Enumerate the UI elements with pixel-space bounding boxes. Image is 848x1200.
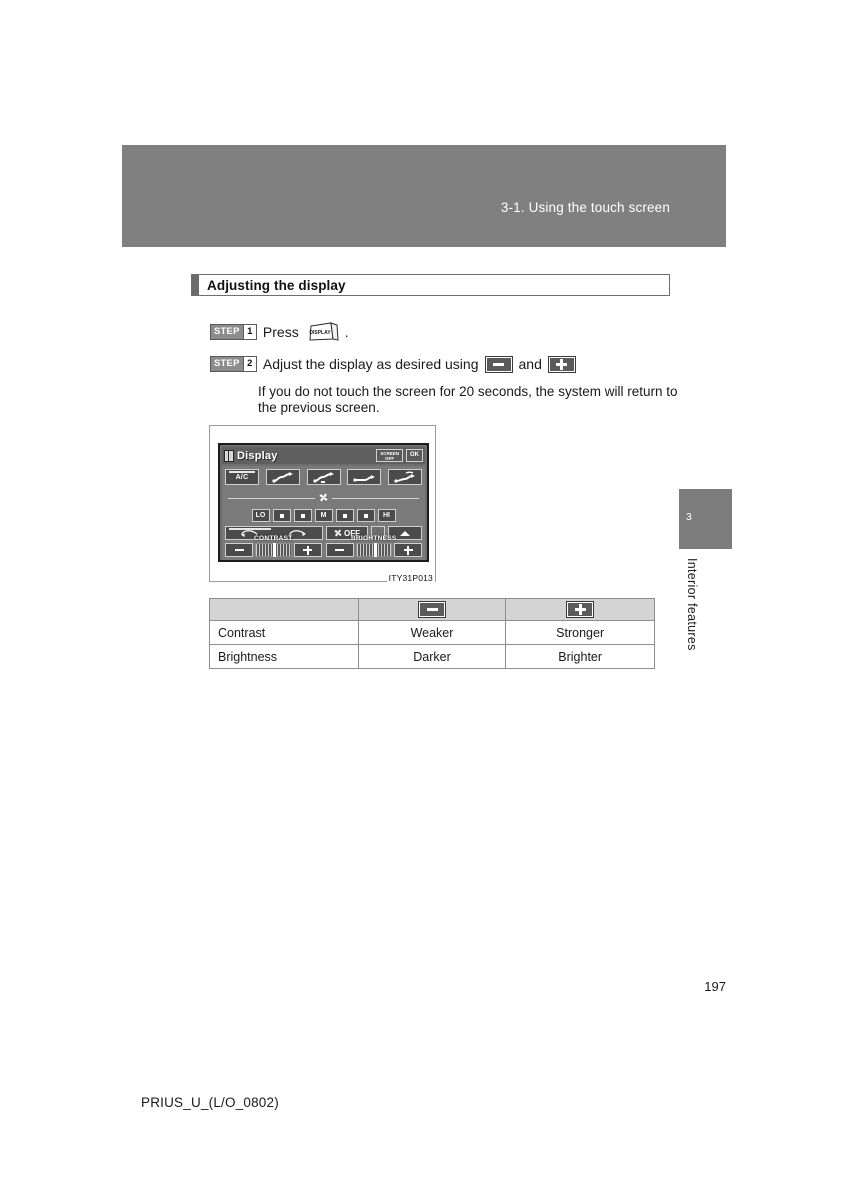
minus-key-icon[interactable] xyxy=(484,355,513,373)
book-icon xyxy=(224,449,234,462)
ac-button-label: A/C xyxy=(235,473,249,481)
ac-indicator-bar xyxy=(229,471,255,473)
screen-title-buttons: SCREEN OFF OK xyxy=(376,449,423,462)
brightness-label: BRIGHTNESS xyxy=(350,535,397,542)
step-2: STEP 2 Adjust the display as desired usi… xyxy=(210,354,680,374)
brightness-slider-group: BRIGHTNESS xyxy=(325,535,422,557)
section-title-bar: Adjusting the display xyxy=(191,274,670,296)
fan-speed-m[interactable]: M xyxy=(314,509,333,522)
fan-speed-divider xyxy=(228,489,419,507)
screen-title: Display xyxy=(237,449,278,462)
step-1-period: . xyxy=(344,324,349,340)
contrast-slider-track[interactable]: CONTRAST xyxy=(254,535,292,557)
airflow-feet-button[interactable] xyxy=(347,469,382,485)
svg-text:DISPLAY: DISPLAY xyxy=(309,330,331,336)
row-label-brightness: Brightness xyxy=(209,644,359,669)
step-2-note: If you do not touch the screen for 20 se… xyxy=(258,384,678,415)
fan-speed-2[interactable] xyxy=(272,509,291,522)
brightness-slider-track[interactable]: BRIGHTNESS xyxy=(351,535,396,557)
fan-speed-3[interactable] xyxy=(293,509,312,522)
screen-body: A/C LO M HI OFF CONTRAST BRIGHTNESS xyxy=(222,466,425,560)
steps-list: STEP 1 Press DISPLAY . STEP 2 Adjust the… xyxy=(210,320,680,416)
section-accent-mark xyxy=(192,275,199,295)
display-button-icon[interactable]: DISPLAY xyxy=(307,320,341,344)
step-1-text: Press xyxy=(262,324,299,340)
fan-speed-5[interactable] xyxy=(335,509,354,522)
navigation-screen: Display SCREEN OFF OK A/C LO M HI OFF CO… xyxy=(218,443,429,562)
figure-caption: ITY31P013 xyxy=(386,573,435,583)
step-2-text: Adjust the display as desired using xyxy=(262,356,479,372)
contrast-slider-group: CONTRAST xyxy=(225,535,322,557)
fan-speed-lo[interactable]: LO xyxy=(251,509,270,522)
recirc-indicator-bar xyxy=(229,528,272,530)
brightness-minus-effect: Darker xyxy=(357,644,507,669)
table-header-blank xyxy=(209,598,359,621)
header-title: 3-1. Using the touch screen xyxy=(500,200,670,215)
screen-title-bar: Display SCREEN OFF OK xyxy=(222,447,425,464)
ac-button[interactable]: A/C xyxy=(225,469,259,485)
chapter-label: Interior features xyxy=(685,558,699,651)
chapter-tab: 3 xyxy=(679,489,732,549)
divider-line-left xyxy=(228,497,315,499)
contrast-minus-button[interactable] xyxy=(225,543,253,557)
screen-off-line2: OFF xyxy=(385,455,395,461)
footer-document-code: PRIUS_U_(L/O_0802) xyxy=(141,1095,279,1110)
display-screen-figure: Display SCREEN OFF OK A/C LO M HI OFF CO… xyxy=(209,425,436,583)
plus-key-icon xyxy=(566,601,595,618)
contrast-plus-button[interactable] xyxy=(293,543,322,557)
brightness-plus-effect: Brighter xyxy=(505,644,655,669)
screen-off-button[interactable]: SCREEN OFF xyxy=(376,449,403,462)
page-number: 197 xyxy=(704,979,726,994)
fan-icon xyxy=(319,489,328,507)
airflow-mode-row: A/C xyxy=(224,469,423,485)
contrast-label: CONTRAST xyxy=(253,535,293,542)
ok-button[interactable]: OK xyxy=(406,449,423,462)
table-header-plus xyxy=(505,598,655,621)
step-2-conjunction: and xyxy=(518,356,542,372)
row-label-contrast: Contrast xyxy=(209,620,359,645)
fan-dot-icon xyxy=(342,513,347,518)
fan-speed-hi[interactable]: HI xyxy=(377,509,396,522)
brightness-minus-button[interactable] xyxy=(325,543,354,557)
adjustment-table: Contrast Weaker Stronger Brightness Dark… xyxy=(209,598,655,669)
fan-dot-icon xyxy=(279,513,284,518)
step-1-badge: STEP 1 xyxy=(210,324,257,340)
plus-key-icon[interactable] xyxy=(547,355,576,373)
brightness-plus-button[interactable] xyxy=(394,543,422,557)
divider-line-right xyxy=(332,497,419,499)
step-2-badge-number: 2 xyxy=(242,357,256,371)
page-header-band: 3-1. Using the touch screen xyxy=(122,145,726,247)
step-1-badge-number: 1 xyxy=(242,325,256,339)
triangle-up-icon xyxy=(400,530,410,536)
airflow-feet-defog-button[interactable] xyxy=(388,469,422,485)
page-title: Adjusting the display xyxy=(207,277,346,293)
table-header-row xyxy=(209,598,655,621)
step-1: STEP 1 Press DISPLAY . xyxy=(210,320,680,344)
step-1-badge-word: STEP xyxy=(211,325,243,339)
fan-icon xyxy=(334,529,342,537)
minus-key-icon xyxy=(418,601,446,618)
chapter-number: 3 xyxy=(686,511,692,523)
contrast-plus-effect: Stronger xyxy=(505,620,655,645)
fan-dot-icon xyxy=(363,513,368,518)
contrast-slider-knob[interactable] xyxy=(273,543,277,557)
table-row: Brightness Darker Brighter xyxy=(209,644,655,669)
brightness-slider-knob[interactable] xyxy=(373,543,377,557)
step-2-badge-word: STEP xyxy=(211,357,243,371)
contrast-minus-effect: Weaker xyxy=(357,620,507,645)
ok-button-label: OK xyxy=(410,452,419,458)
airflow-face-feet-button[interactable] xyxy=(306,469,341,485)
fan-speed-6[interactable] xyxy=(356,509,375,522)
table-row: Contrast Weaker Stronger xyxy=(209,620,655,645)
airflow-face-button[interactable] xyxy=(265,469,300,485)
slider-area: CONTRAST BRIGHTNESS xyxy=(224,535,423,557)
fan-dot-icon xyxy=(300,513,305,518)
fan-speed-row: LO M HI xyxy=(224,509,423,522)
step-2-badge: STEP 2 xyxy=(210,356,257,372)
table-header-minus xyxy=(357,598,507,621)
